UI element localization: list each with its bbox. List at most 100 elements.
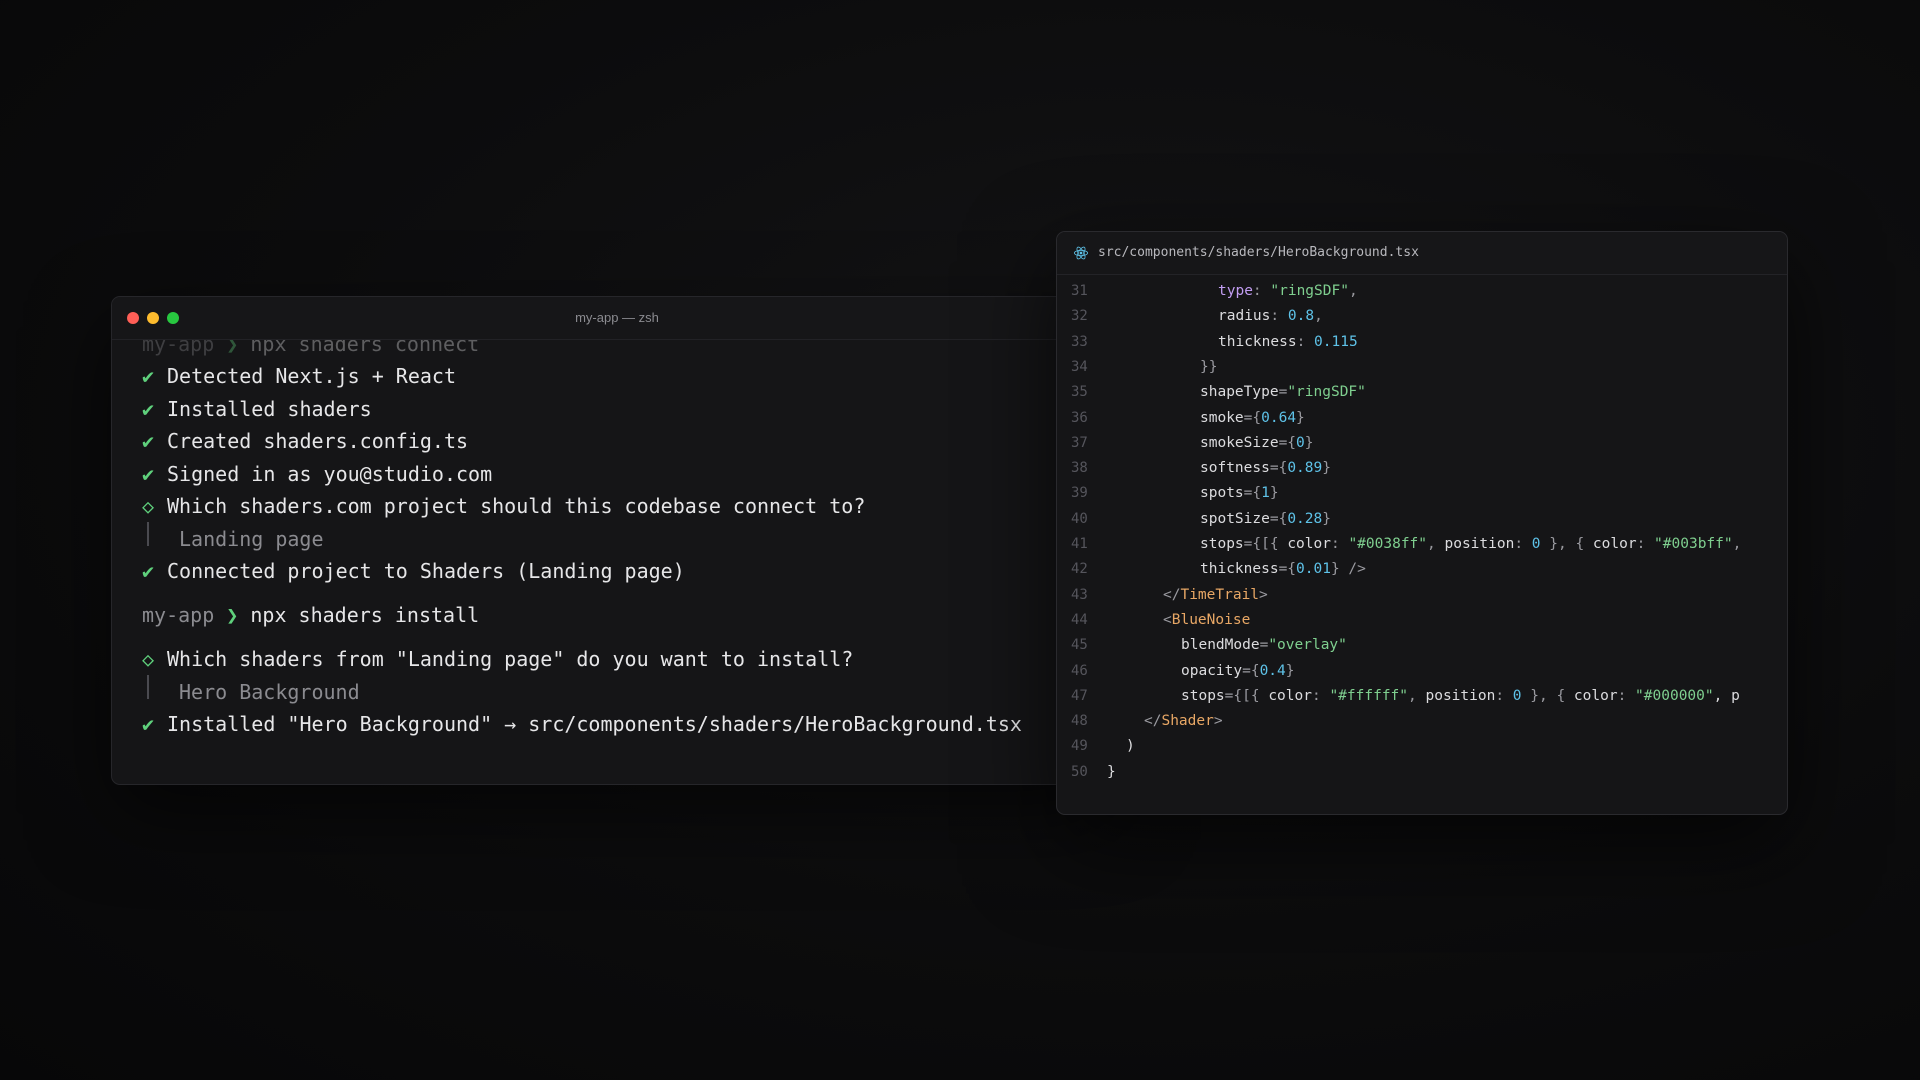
code-text: blendMode="overlay" (1181, 633, 1347, 658)
output-line: ✔ Created shaders.config.ts (142, 428, 468, 454)
code-token: Shader (1161, 713, 1214, 730)
code-token: 0 (1512, 687, 1522, 704)
code-line[interactable]: 41 stops={[{ color: "#0038ff", position: … (1057, 532, 1787, 557)
diamond-icon: ◇ (142, 647, 155, 671)
code-token: } /> (1330, 561, 1366, 578)
code-token: BlueNoise (1171, 611, 1251, 628)
code-line[interactable]: 32 radius: 0.8, (1057, 304, 1787, 329)
code-token: "#000000" (1635, 687, 1714, 704)
code-token: color (1573, 687, 1618, 704)
code-line[interactable]: 50} (1057, 760, 1787, 785)
code-line[interactable]: 45 blendMode="overlay" (1057, 633, 1787, 658)
check-icon: ✔ (142, 397, 155, 421)
output-line: ✔ Connected project to Shaders (Landing p… (142, 558, 685, 584)
line-number: 34 (1071, 358, 1088, 375)
command-text: npx shaders connect (250, 340, 480, 356)
code-token: "overlay" (1268, 637, 1347, 654)
code-line[interactable]: 37 smokeSize={0} (1057, 431, 1787, 456)
editor-file-tab[interactable]: src/components/shaders/HeroBackground.ts… (1057, 232, 1787, 275)
code-token: ={ (1269, 510, 1288, 527)
output-text: Detected Next.js + React (167, 364, 456, 388)
code-token: spots (1200, 485, 1244, 502)
line-number: 40 (1071, 510, 1088, 527)
code-token: ={ (1278, 434, 1297, 451)
code-area[interactable]: 31 type: "ringSDF", 32 radius: 0.8, 33 thickn… (1057, 279, 1787, 814)
output-text: Installed "Hero Background" → src/compon… (167, 712, 1022, 736)
code-text: </Shader> (1144, 709, 1223, 734)
code-token: 0 (1296, 434, 1305, 451)
code-token: position (1444, 536, 1515, 552)
output-text: Connected project to Shaders (Landing pa… (167, 559, 685, 583)
code-line[interactable]: 44 <BlueNoise (1057, 608, 1787, 633)
code-token: 0.8 (1287, 308, 1315, 325)
code-text: type: "ringSDF", (1218, 279, 1358, 304)
code-line[interactable]: 46 opacity={0.4} (1057, 659, 1787, 684)
code-token: TimeTrail (1180, 586, 1260, 603)
code-token: type (1218, 283, 1253, 299)
react-icon (1073, 246, 1089, 260)
code-token: 0.89 (1287, 460, 1323, 477)
code-token: < (1163, 611, 1172, 628)
code-token: ={[{ (1224, 687, 1269, 704)
code-token: blendMode (1181, 637, 1260, 654)
code-line[interactable]: 36 smoke={0.64} (1057, 406, 1787, 431)
prompt-directory: my-app (142, 340, 215, 356)
line-number: 35 (1071, 384, 1088, 401)
code-text: thickness: 0.115 (1218, 330, 1358, 355)
code-token: 0.01 (1296, 561, 1331, 578)
prompt-question: ◇ Which shaders from "Landing page" do yo… (142, 646, 853, 672)
code-editor-window[interactable]: src/components/shaders/HeroBackground.ts… (1056, 231, 1788, 815)
code-token: ={ (1269, 460, 1288, 477)
code-text: } (1107, 760, 1116, 785)
code-token: thickness (1218, 333, 1297, 350)
code-line[interactable]: 42 thickness={0.01} /> (1057, 557, 1787, 582)
code-token: </ (1144, 713, 1162, 730)
terminal-titlebar[interactable]: my-app — zsh (112, 297, 1112, 340)
code-token: position (1425, 687, 1496, 704)
code-line[interactable]: 47 stops={[{ color: "#ffffff", position: … (1057, 684, 1787, 709)
output-text: Created shaders.config.ts (167, 429, 469, 453)
code-token: 0.28 (1287, 510, 1323, 527)
code-token: : (1617, 687, 1636, 704)
line-number: 49 (1071, 738, 1088, 755)
code-token: "#ffffff" (1329, 687, 1409, 704)
terminal-output[interactable]: my-app ❯ npx shaders connect ✔ Detected N… (112, 340, 1112, 784)
code-token: = (1259, 637, 1269, 654)
output-text: Installed shaders (167, 397, 372, 421)
code-line[interactable]: 43 </TimeTrail> (1057, 583, 1787, 608)
terminal-window[interactable]: my-app — zsh my-app ❯ npx shaders connec… (111, 296, 1113, 785)
code-token: thickness (1200, 561, 1279, 578)
code-token: "#0038ff" (1348, 536, 1428, 552)
code-line[interactable]: 38 softness={0.89} (1057, 456, 1787, 481)
code-token: color (1287, 536, 1331, 552)
code-token: > (1213, 713, 1223, 730)
code-line[interactable]: 39 spots={1} (1057, 481, 1787, 506)
code-token: ={ (1278, 561, 1297, 578)
code-text: smokeSize={0} (1200, 431, 1314, 456)
line-number: 41 (1071, 536, 1088, 552)
code-token: softness (1200, 460, 1270, 477)
code-line[interactable]: 33 thickness: 0.115 (1057, 330, 1787, 355)
line-number: 47 (1071, 687, 1088, 704)
code-token: </ (1163, 586, 1181, 603)
answer-bar (147, 675, 149, 699)
line-number: 31 (1071, 283, 1088, 299)
code-text: radius: 0.8, (1218, 304, 1323, 329)
code-line[interactable]: 31 type: "ringSDF", (1057, 279, 1787, 304)
code-line[interactable]: 49) (1057, 734, 1787, 759)
line-number: 33 (1071, 333, 1088, 350)
code-token: } (1304, 434, 1314, 451)
code-line[interactable]: 48 </Shader> (1057, 709, 1787, 734)
terminal-title: my-app — zsh (575, 310, 659, 325)
diamond-icon: ◇ (142, 494, 155, 518)
code-line[interactable]: 34}} (1057, 355, 1787, 380)
code-token: : (1514, 536, 1532, 552)
code-token: spotSize (1200, 510, 1270, 527)
code-line[interactable]: 40 spotSize={0.28} (1057, 507, 1787, 532)
code-token: ={ (1243, 485, 1262, 502)
code-token: , p (1713, 687, 1740, 704)
line-number: 36 (1071, 409, 1088, 426)
code-token: "ringSDF" (1270, 283, 1349, 299)
line-number: 48 (1071, 713, 1088, 730)
code-line[interactable]: 35 shapeType="ringSDF" (1057, 380, 1787, 405)
